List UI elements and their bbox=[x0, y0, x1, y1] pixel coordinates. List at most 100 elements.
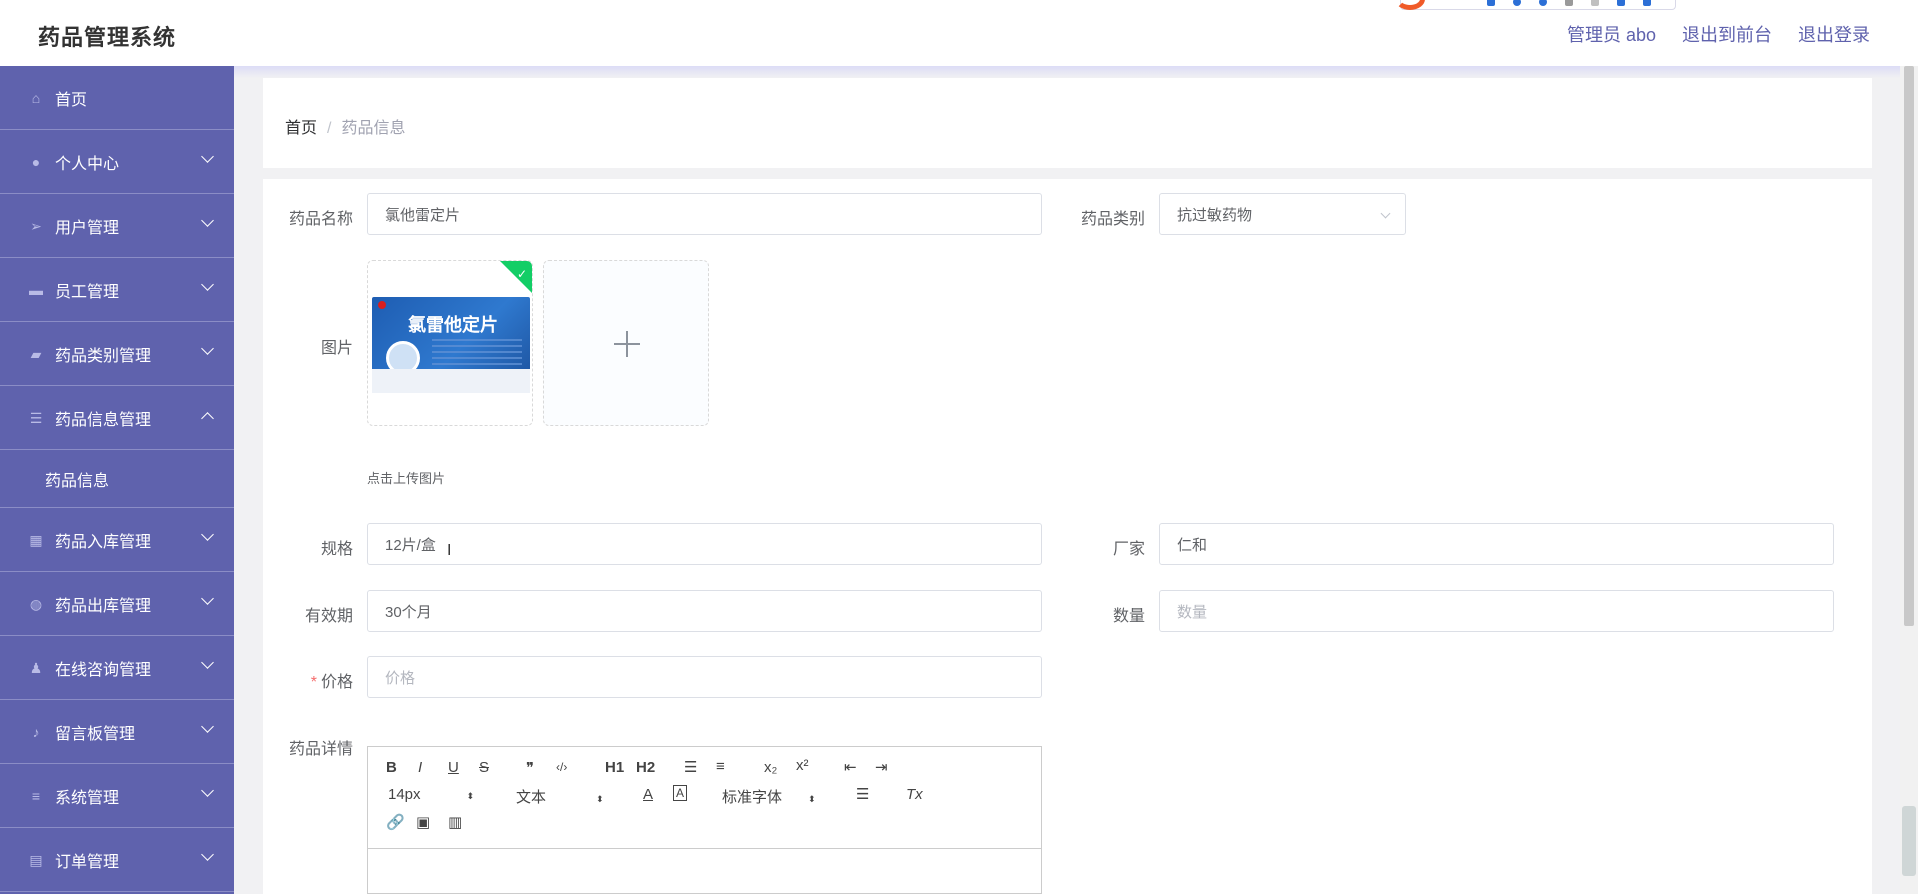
chevron-down-icon bbox=[201, 784, 214, 797]
heading1-icon[interactable]: H1 bbox=[605, 759, 624, 776]
stamp-icon: ♟ bbox=[29, 659, 43, 676]
expiry-label: 有效期 bbox=[304, 608, 353, 625]
sidebar-item-user-management[interactable]: ➢ 用户管理 bbox=[0, 194, 234, 258]
font-family-value: 标准字体 bbox=[722, 789, 783, 806]
heading2-icon[interactable]: H2 bbox=[636, 759, 655, 776]
chat-icon: ▰ bbox=[30, 345, 42, 362]
sidebar-item-staff-management[interactable]: ▬ 员工管理 bbox=[0, 258, 234, 322]
product-fine-print bbox=[432, 339, 522, 365]
toolbar-dot-icon[interactable] bbox=[1591, 0, 1599, 6]
code-icon[interactable]: ‹/› bbox=[556, 760, 567, 774]
send-icon: ➢ bbox=[30, 217, 42, 234]
uploaded-image[interactable]: 氯雷他定片 ✓ bbox=[367, 260, 533, 426]
floating-toolbar[interactable] bbox=[1395, 0, 1676, 10]
clear-format-icon[interactable]: Tx bbox=[906, 786, 923, 803]
manufacturer-input[interactable]: 仁和 bbox=[1159, 523, 1834, 565]
breadcrumb-home[interactable]: 首页 bbox=[285, 120, 317, 137]
blockquote-icon[interactable]: ❞ bbox=[526, 759, 534, 777]
drug-name-input[interactable]: 氯他雷定片 bbox=[367, 193, 1042, 235]
menu-icon: ≡ bbox=[31, 787, 41, 804]
text-cursor-icon: I bbox=[447, 542, 452, 559]
chevron-down-icon bbox=[1380, 208, 1391, 219]
sidebar-item-label: 留言板管理 bbox=[55, 725, 136, 743]
drug-category-select[interactable]: 抗过敏药物 bbox=[1159, 193, 1406, 235]
logout-link[interactable]: 退出登录 bbox=[1798, 21, 1870, 47]
rich-text-editor: B I U S ❞ ‹/› H1 H2 ☰ ≡ x₂ x² ⇤ ⇥ 14px ⬍ … bbox=[367, 746, 1042, 894]
font-family-select[interactable]: 标准字体 ⬍ bbox=[722, 786, 816, 807]
sidebar-item-message-board[interactable]: ♪ 留言板管理 bbox=[0, 700, 234, 764]
italic-icon[interactable]: I bbox=[418, 759, 422, 776]
background-color-icon[interactable]: A bbox=[673, 785, 688, 801]
microphone-icon: ♪ bbox=[32, 723, 40, 740]
align-left-icon[interactable]: ☰ bbox=[856, 785, 869, 803]
back-to-frontend-link[interactable]: 退出到前台 bbox=[1682, 21, 1772, 47]
toolbar-dot-icon[interactable] bbox=[1539, 0, 1547, 6]
sidebar-item-label: 员工管理 bbox=[55, 283, 120, 301]
outdent-icon[interactable]: ⇤ bbox=[844, 758, 857, 776]
sidebar-item-drug-stock-in[interactable]: ▦ 药品入库管理 bbox=[0, 508, 234, 572]
sidebar-item-drug-stock-out[interactable]: ◍ 药品出库管理 bbox=[0, 572, 234, 636]
spec-input[interactable]: 12片/盒 bbox=[367, 523, 1042, 565]
font-color-icon[interactable]: A bbox=[643, 786, 653, 803]
header-links: 管理员 abo 退出到前台 退出登录 bbox=[1567, 21, 1870, 47]
sliders-icon: ☰ bbox=[29, 409, 43, 426]
subscript-icon[interactable]: x₂ bbox=[764, 759, 777, 776]
sidebar-item-order-management[interactable]: ▤ 订单管理 bbox=[0, 828, 234, 892]
video-icon[interactable]: ▥ bbox=[448, 813, 462, 831]
underline-icon[interactable]: U bbox=[448, 759, 459, 776]
header-select[interactable]: 文本 ⬍ bbox=[516, 786, 604, 807]
clipboard-icon: ▤ bbox=[29, 851, 43, 868]
home-icon: ⌂ bbox=[31, 89, 41, 106]
select-arrows-icon: ⬍ bbox=[808, 794, 816, 804]
chevron-down-icon bbox=[201, 214, 214, 227]
grid-icon: ▦ bbox=[29, 531, 43, 548]
font-size-select[interactable]: 14px ⬍ bbox=[388, 786, 474, 803]
sidebar-item-system-management[interactable]: ≡ 系统管理 bbox=[0, 764, 234, 828]
bullet-list-icon[interactable]: ≡ bbox=[716, 758, 725, 775]
upload-add-button[interactable] bbox=[543, 260, 709, 426]
sidebar-item-label: 药品入库管理 bbox=[55, 533, 152, 551]
drug-category-label: 药品类别 bbox=[1080, 211, 1145, 228]
admin-user-link[interactable]: 管理员 abo bbox=[1567, 21, 1656, 47]
image-icon[interactable]: ▣ bbox=[416, 813, 430, 831]
breadcrumb-current: 药品信息 bbox=[341, 120, 406, 137]
scrollbar-thumb[interactable] bbox=[1904, 66, 1914, 626]
app-title: 药品管理系统 bbox=[38, 25, 177, 50]
user-icon: ● bbox=[31, 153, 41, 170]
ordered-list-icon[interactable]: ☰ bbox=[684, 758, 697, 776]
editor-toolbar: B I U S ❞ ‹/› H1 H2 ☰ ≡ x₂ x² ⇤ ⇥ 14px ⬍ … bbox=[368, 747, 1041, 849]
sidebar-item-online-consult[interactable]: ♟ 在线咨询管理 bbox=[0, 636, 234, 700]
price-label-wrap: * 价格 bbox=[273, 668, 353, 692]
sidebar-item-drug-category[interactable]: ▰ 药品类别管理 bbox=[0, 322, 234, 386]
quantity-label: 数量 bbox=[1112, 608, 1145, 625]
link-icon[interactable]: 🔗 bbox=[386, 813, 405, 831]
indent-icon[interactable]: ⇥ bbox=[875, 758, 888, 776]
brand-logo bbox=[378, 301, 386, 309]
header-select-value: 文本 bbox=[516, 789, 547, 806]
toolbar-dot-icon[interactable] bbox=[1643, 0, 1651, 6]
quantity-input[interactable]: 数量 bbox=[1159, 590, 1834, 632]
page-scrollbar[interactable] bbox=[1900, 66, 1918, 894]
drug-category-value: 抗过敏药物 bbox=[1177, 206, 1253, 224]
sidebar-item-home[interactable]: ⌂ 首页 bbox=[0, 66, 234, 130]
toolbar-dot-icon[interactable] bbox=[1565, 0, 1573, 6]
toolbar-dot-icon[interactable] bbox=[1617, 0, 1625, 6]
expiry-input[interactable]: 30个月 bbox=[367, 590, 1042, 632]
sidebar-subitem-drug-info[interactable]: 药品信息 bbox=[0, 450, 234, 508]
sidebar-item-label: 在线咨询管理 bbox=[55, 661, 152, 679]
toolbar-dot-icon[interactable] bbox=[1513, 0, 1521, 6]
chevron-up-icon bbox=[201, 412, 214, 425]
superscript-icon[interactable]: x² bbox=[796, 757, 809, 774]
chevron-down-icon bbox=[201, 150, 214, 163]
sidebar-item-drug-info[interactable]: ☰ 药品信息管理 bbox=[0, 386, 234, 450]
bold-icon[interactable]: B bbox=[386, 759, 397, 776]
toolbar-dot-icon[interactable] bbox=[1487, 0, 1495, 6]
product-image-title: 氯雷他定片 bbox=[408, 315, 498, 336]
strikethrough-icon[interactable]: S bbox=[479, 759, 489, 776]
plus-icon bbox=[626, 331, 628, 357]
chevron-down-icon bbox=[201, 342, 214, 355]
mini-widget[interactable] bbox=[1902, 806, 1916, 876]
sidebar-item-label: 首页 bbox=[55, 91, 88, 109]
sidebar-item-personal-center[interactable]: ● 个人中心 bbox=[0, 130, 234, 194]
price-input[interactable]: 价格 bbox=[367, 656, 1042, 698]
